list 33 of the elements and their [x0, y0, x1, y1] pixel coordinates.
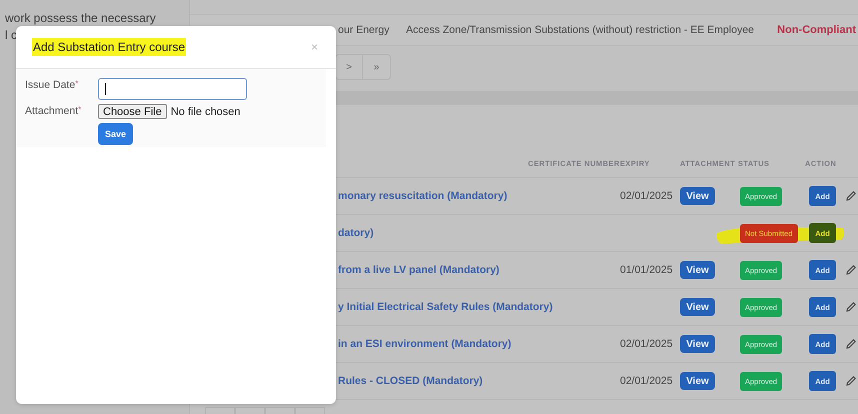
access-zone-text: Access Zone/Transmission Substations (without) restriction - EE Employee	[406, 24, 755, 36]
pencil-icon[interactable]	[845, 190, 857, 202]
compliance-status: Non-Compliant	[777, 24, 857, 36]
view-button[interactable]: View	[680, 372, 715, 390]
input-field[interactable]	[98, 78, 247, 100]
expiry-date: 02/01/2025	[620, 375, 674, 387]
course-link[interactable]: in an ESI environment (Mandatory)	[338, 338, 512, 350]
view-button[interactable]: View	[680, 298, 715, 316]
field-label: Issue Date*	[25, 78, 80, 91]
pencil-icon[interactable]	[845, 375, 857, 387]
view-button[interactable]: View	[680, 335, 715, 353]
pencil-icon[interactable]	[845, 301, 857, 313]
view-button[interactable]: View	[680, 261, 715, 279]
expiry-date: 02/01/2025	[620, 338, 674, 350]
course-link[interactable]: from a live LV panel (Mandatory)	[338, 264, 500, 276]
pagination-button[interactable]: »	[363, 54, 391, 80]
choose-file-button[interactable]: Choose File	[98, 104, 167, 119]
save-button[interactable]: Save	[98, 123, 133, 145]
pagination-button[interactable]: >	[335, 54, 363, 80]
pencil-icon[interactable]	[845, 338, 857, 350]
modal-title: Add Substation Entry course	[32, 38, 186, 56]
course-name: our Energy	[338, 24, 390, 36]
pencil-icon[interactable]	[845, 264, 857, 276]
field-label: Attachment*	[25, 104, 82, 117]
course-link[interactable]: y Initial Electrical Safety Rules (Mandatory)	[338, 301, 553, 313]
course-link[interactable]: monary resuscitation (Mandatory)	[338, 190, 508, 202]
course-link[interactable]: Rules - CLOSED (Mandatory)	[338, 375, 483, 387]
background-text: work possess the necessary	[5, 11, 157, 25]
expiry-date: 02/01/2025	[620, 190, 674, 202]
file-status-text: No file chosen	[170, 106, 240, 118]
view-button[interactable]: View	[680, 187, 715, 205]
course-link[interactable]: datory)	[338, 227, 374, 239]
expiry-date: 01/01/2025	[620, 264, 674, 276]
